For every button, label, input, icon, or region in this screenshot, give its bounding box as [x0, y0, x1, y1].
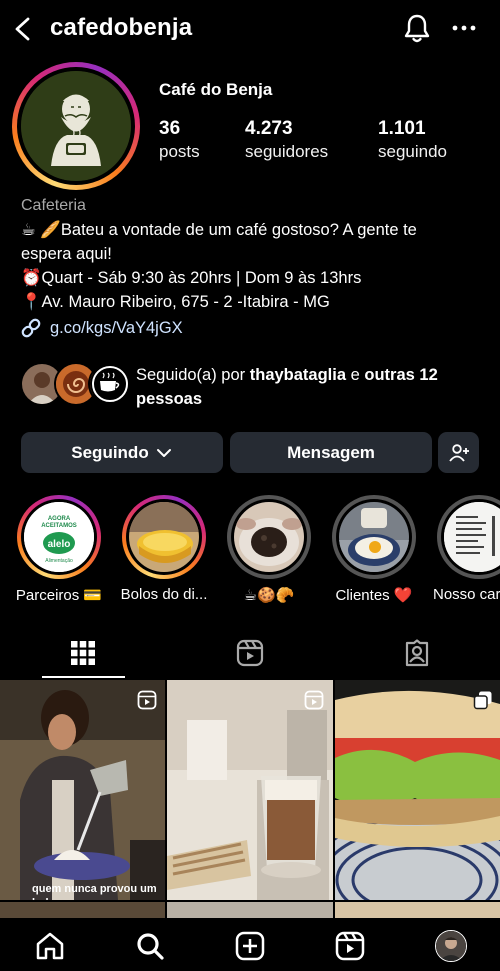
tab-tagged[interactable] [334, 628, 500, 678]
highlight-label: Nosso car [433, 586, 500, 603]
posts-grid: quem nunca provou um bolo que [0, 680, 500, 920]
tab-reels[interactable] [167, 628, 333, 678]
profile-avatar[interactable] [435, 930, 467, 962]
highlight-nosso-cardapio[interactable]: Nosso car [429, 495, 500, 603]
posts-count-label: posts [159, 142, 200, 161]
followers-count-value: 4.273 [245, 118, 293, 139]
bio-line: ☕ 🥖Bateu a vontade de um café gostoso? A… [21, 221, 417, 239]
profile-category: Cafeteria [21, 197, 86, 214]
profile-display-name: Café do Benja [159, 80, 273, 99]
followers-count[interactable]: 4.273 seguidores [245, 118, 328, 162]
add-person-button[interactable] [438, 432, 479, 473]
grid-icon [71, 641, 95, 665]
top-bar: cafedobenja [0, 0, 500, 58]
badge-sub-text: Alimentação [45, 558, 73, 564]
bio-line: espera aqui! [21, 245, 112, 263]
highlight-label: Bolos do di... [120, 586, 208, 603]
following-button-label: Seguindo [71, 442, 149, 462]
highlight-cover [234, 502, 304, 572]
followed-by-user[interactable]: thaybataglia [250, 366, 346, 384]
following-button[interactable]: Seguindo [21, 432, 223, 473]
highlight-cover [129, 502, 199, 572]
post-thumbnail[interactable]: quem nunca provou um bolo que [0, 680, 165, 900]
tagged-icon [405, 639, 429, 667]
post-caption-overlay: quem nunca provou um bolo que [32, 883, 157, 900]
posts-count-value: 36 [159, 118, 181, 139]
more-dots-icon[interactable] [450, 14, 478, 42]
followed-by-text[interactable]: Seguido(a) por thaybataglia e outras 12 … [136, 363, 491, 411]
profile-link-text[interactable]: g.co/kgs/VaY4jGX [50, 319, 183, 338]
reels-nav-icon[interactable] [334, 930, 366, 962]
bottom-navigation [0, 918, 500, 971]
badge-top-text: AGORA [48, 516, 71, 522]
highlight-cafe-cookies[interactable]: ☕🍪🥐 [219, 495, 319, 604]
reel-badge-icon [304, 690, 324, 710]
back-arrow-icon[interactable] [10, 14, 38, 44]
message-button-label: Mensagem [287, 442, 375, 462]
add-person-icon [448, 443, 469, 462]
highlight-cover [444, 502, 500, 572]
follower-avatar [88, 362, 132, 406]
highlight-bolos[interactable]: Bolos do di... [114, 495, 214, 603]
chevron-down-icon [156, 448, 171, 457]
followed-by-conjunction: e [346, 366, 365, 384]
home-icon[interactable] [34, 930, 66, 962]
search-icon[interactable] [134, 930, 166, 962]
badge-brand-text: alelo [48, 539, 71, 550]
bell-icon[interactable] [402, 12, 432, 44]
highlight-cover: AGORA ACEITAMOS alelo Alimentação [24, 502, 94, 572]
highlight-label: ☕🍪🥐 [243, 587, 295, 604]
barista-logo-icon [21, 71, 131, 181]
bio-line: 📍Av. Mauro Ribeiro, 675 - 2 -Itabira - M… [21, 293, 330, 311]
highlight-clientes[interactable]: Clientes ❤️ [324, 495, 424, 604]
reel-badge-icon [137, 690, 157, 710]
profile-tabs [0, 628, 500, 678]
highlight-label: Parceiros 💳 [15, 587, 103, 604]
reels-icon [236, 639, 264, 667]
create-icon[interactable] [234, 930, 266, 962]
highlight-parceiros[interactable]: AGORA ACEITAMOS alelo Alimentação Parcei… [9, 495, 109, 604]
posts-count[interactable]: 36 posts [159, 118, 200, 162]
profile-avatar-story-ring[interactable] [12, 62, 140, 190]
profile-link[interactable]: g.co/kgs/VaY4jGX [20, 317, 183, 339]
active-tab-indicator [42, 676, 125, 678]
following-count[interactable]: 1.101 seguindo [378, 118, 447, 162]
post-thumbnail[interactable] [335, 680, 500, 900]
highlight-label: Clientes ❤️ [335, 587, 413, 604]
badge-mid-text: ACEITAMOS [41, 523, 77, 529]
profile-username: cafedobenja [50, 14, 193, 41]
highlight-cover [339, 502, 409, 572]
following-count-value: 1.101 [378, 118, 426, 139]
tab-posts-grid[interactable] [0, 628, 166, 678]
followers-count-label: seguidores [245, 142, 329, 161]
message-button[interactable]: Mensagem [230, 432, 432, 473]
post-thumbnail[interactable] [167, 680, 333, 900]
carousel-badge-icon [473, 691, 492, 710]
followed-by-prefix: Seguido(a) por [136, 366, 250, 384]
bio-line: ⏰Quart - Sáb 9:30 às 20hrs | Dom 9 às 13… [21, 269, 362, 287]
following-count-label: seguindo [378, 142, 448, 161]
link-icon [21, 318, 41, 338]
profile-avatar [21, 71, 131, 181]
